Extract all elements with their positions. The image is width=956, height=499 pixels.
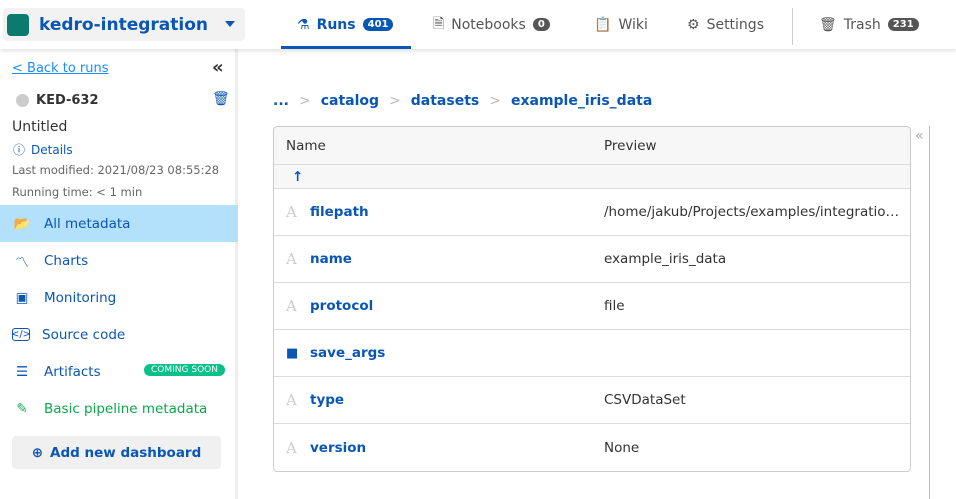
row-preview: None (604, 439, 640, 456)
add-new-dashboard-button[interactable]: ⊕ Add new dashboard (12, 436, 221, 469)
up-arrow-icon[interactable]: ↑ (292, 169, 303, 185)
project-selector[interactable]: kedro-integration (3, 8, 245, 41)
row-preview: /home/jakub/Projects/examples/integratio… (604, 204, 904, 220)
sidebar: < Back to runs « KED-632 🗑 Untitled ⓘ Det… (0, 49, 238, 499)
sidebar-item-monitoring[interactable]: ▣ Monitoring (0, 279, 238, 316)
run-title: Untitled (12, 119, 68, 135)
breadcrumb-separator: > (489, 93, 501, 109)
table-row[interactable]: Aversion None (274, 424, 910, 471)
gear-icon: ⚙ (687, 16, 700, 33)
database-icon: ☰ (15, 363, 29, 380)
row-name[interactable]: version (310, 440, 366, 456)
breadcrumb-catalog[interactable]: catalog (321, 93, 379, 109)
tab-label: Wiki (618, 16, 648, 33)
row-name[interactable]: type (310, 392, 344, 408)
collapse-sidebar-icon[interactable]: « (212, 57, 224, 78)
last-modified: Last modified: 2021/08/23 08:55:28 (12, 163, 220, 177)
sidebar-item-all-metadata[interactable]: 📂 All metadata (0, 205, 238, 242)
header-name: Name (286, 137, 326, 154)
breadcrumb-ellipsis[interactable]: ... (273, 93, 289, 109)
divider (792, 8, 793, 45)
tab-label: Notebooks (451, 16, 526, 33)
project-avatar (7, 13, 29, 36)
details-label: Details (31, 142, 73, 157)
row-name[interactable]: protocol (310, 298, 373, 314)
string-attribute-icon: A (286, 297, 297, 315)
breadcrumb-current[interactable]: example_iris_data (511, 93, 652, 109)
folder-icon: ■ (286, 345, 299, 361)
clipboard-icon: 📋 (594, 16, 612, 33)
breadcrumb-separator: > (389, 93, 401, 109)
string-attribute-icon: A (286, 250, 297, 268)
details-link[interactable]: ⓘ Details (13, 141, 73, 158)
delete-run-icon[interactable]: 🗑 (212, 91, 230, 107)
table-row[interactable]: ■ save_args (274, 330, 910, 377)
chart-line-icon: 〽 (15, 254, 29, 271)
folder-open-icon: 📂 (13, 215, 31, 232)
trash-count-badge: 231 (887, 18, 919, 31)
tab-label: Settings (706, 16, 764, 33)
tab-wiki[interactable]: 📋 Wiki (594, 0, 648, 49)
coming-soon-badge: COMING SOON (144, 364, 225, 376)
sidebar-item-artifacts[interactable]: ☰ Artifacts COMING SOON (0, 353, 238, 390)
row-preview: CSVDataSet (604, 392, 686, 408)
runs-count-badge: 401 (362, 18, 394, 31)
item-label: Charts (44, 252, 89, 269)
sidebar-item-basic-pipeline-metadata[interactable]: ✎ Basic pipeline metadata (0, 390, 238, 427)
sidebar-item-source-code[interactable]: </> Source code (0, 316, 238, 353)
table-row[interactable]: Aname example_iris_data (274, 236, 910, 283)
notebooks-count-badge: 0 (532, 18, 550, 31)
table-row[interactable]: Atype CSVDataSet (274, 377, 910, 424)
project-name: kedro-integration (39, 14, 209, 35)
table-row[interactable]: Aprotocol file (274, 283, 910, 330)
row-name[interactable]: name (310, 251, 352, 267)
item-label: Artifacts (44, 363, 101, 380)
cpu-icon: ▣ (15, 289, 29, 306)
run-id: KED-632 (16, 93, 99, 108)
status-dot (16, 94, 29, 107)
plus-circle-icon: ⊕ (31, 444, 44, 461)
tab-trash[interactable]: 🗑 Trash 231 (819, 0, 919, 49)
item-label: Monitoring (44, 289, 117, 306)
breadcrumb-datasets[interactable]: datasets (411, 93, 479, 109)
tab-label: Trash (843, 16, 881, 33)
top-header: kedro-integration ⚗ Runs 401 🗎 Notebooks 0 📋… (0, 0, 956, 49)
table-row[interactable]: Afilepath/home/jakub/Projects/examples/i… (274, 189, 910, 236)
row-preview: file (604, 298, 625, 314)
expand-panel-icon[interactable]: « (915, 128, 924, 144)
tab-notebooks[interactable]: 🗎 Notebooks 0 (433, 0, 550, 49)
item-label: Basic pipeline metadata (44, 400, 208, 417)
chevron-down-icon (225, 21, 235, 27)
parent-folder-row[interactable]: ↑ (274, 165, 910, 189)
button-label: Add new dashboard (50, 444, 202, 461)
tab-label: Runs (316, 16, 356, 33)
sidebar-item-charts[interactable]: 〽 Charts (0, 242, 238, 279)
back-to-runs-link[interactable]: < Back to runs (12, 61, 109, 76)
trash-icon: 🗑 (819, 16, 837, 33)
item-label: All metadata (44, 215, 131, 232)
metadata-table: Name Preview ↑ Afilepath/home/jakub/Proje… (273, 126, 911, 472)
panel-divider[interactable] (929, 126, 930, 499)
running-time: Running time: < 1 min (12, 185, 143, 199)
item-label: Source code (42, 326, 126, 343)
run-id-label: KED-632 (36, 93, 99, 108)
pencil-icon: ✎ (16, 400, 28, 417)
string-attribute-icon: A (286, 203, 297, 221)
row-name[interactable]: save_args (310, 345, 385, 361)
breadcrumb-separator: > (298, 93, 311, 109)
notebook-icon: 🗎 (433, 15, 445, 32)
dashboard-nav: 📂 All metadata 〽 Charts ▣ Monitoring </> Sou… (0, 205, 238, 427)
row-preview: example_iris_data (604, 251, 727, 267)
tab-settings[interactable]: ⚙ Settings (687, 0, 764, 49)
table-header: Name Preview (274, 127, 910, 165)
string-attribute-icon: A (286, 391, 297, 409)
breadcrumb: ... > catalog > datasets > example_iris_dat… (273, 93, 652, 109)
code-icon: </> (10, 328, 32, 341)
row-name[interactable]: filepath (310, 204, 369, 220)
string-attribute-icon: A (286, 438, 297, 457)
tab-runs[interactable]: ⚗ Runs 401 (281, 0, 412, 49)
header-preview: Preview (604, 137, 657, 154)
info-icon: ⓘ (13, 143, 26, 157)
flask-icon: ⚗ (297, 16, 310, 33)
